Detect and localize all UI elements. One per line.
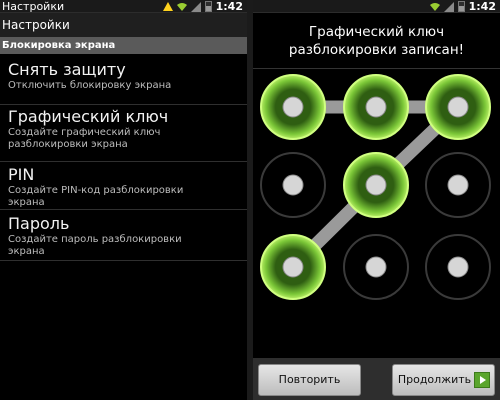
- battery-icon: [204, 1, 212, 12]
- header-divider: [253, 68, 500, 69]
- menu-item-subtitle: Отключить блокировку экрана: [8, 80, 172, 91]
- section-header: Блокировка экрана: [0, 37, 247, 54]
- status-bar-time: 1:42: [215, 0, 243, 13]
- continue-button[interactable]: Продолжить: [392, 364, 495, 396]
- pattern-node-8[interactable]: [343, 234, 409, 300]
- status-bar-app-title: Настройки: [2, 0, 65, 13]
- pattern-node-5[interactable]: [343, 152, 409, 218]
- arrow-right-icon: [474, 372, 490, 388]
- pattern-screen: 1:42 Графический ключ разблокировки запи…: [253, 0, 500, 400]
- menu-item-title: Пароль: [8, 214, 70, 233]
- pattern-node-7[interactable]: [260, 234, 326, 300]
- menu-item-title: PIN: [8, 165, 35, 184]
- menu-item-remove-lock[interactable]: Снять защиту Отключить блокировку экрана: [0, 60, 247, 105]
- signal-icon: [190, 1, 201, 12]
- status-bar: Настройки 1:42: [0, 0, 247, 13]
- pattern-node-9[interactable]: [425, 234, 491, 300]
- signal-icon: [443, 1, 454, 12]
- menu-item-pin[interactable]: PIN Создайте PIN-код разблокировки экран…: [0, 165, 247, 210]
- pattern-header: Графический ключ разблокировки записан!: [288, 24, 465, 58]
- battery-icon: [457, 1, 465, 12]
- settings-screen: Настройки 1:42 Настройки Блокировка экра…: [0, 0, 247, 400]
- status-bar: 1:42: [253, 0, 500, 13]
- menu-item-subtitle: Создайте пароль разблокировки экрана: [8, 234, 182, 257]
- menu-item-pattern[interactable]: Графический ключ Создайте графический кл…: [0, 107, 247, 162]
- pattern-node-3[interactable]: [425, 74, 491, 140]
- wifi-icon: [176, 2, 187, 11]
- pattern-grid[interactable]: [253, 70, 500, 360]
- pattern-node-2[interactable]: [343, 74, 409, 140]
- continue-button-label: Продолжить: [397, 373, 472, 386]
- pattern-node-6[interactable]: [425, 152, 491, 218]
- retry-button[interactable]: Повторить: [258, 364, 361, 396]
- menu-item-title: Снять защиту: [8, 60, 126, 79]
- pattern-node-4[interactable]: [260, 152, 326, 218]
- menu-item-title: Графический ключ: [8, 107, 169, 126]
- wifi-icon: [429, 2, 440, 11]
- status-bar-time: 1:42: [468, 0, 496, 13]
- pattern-node-1[interactable]: [260, 74, 326, 140]
- button-bar: Повторить Продолжить: [253, 358, 500, 400]
- menu-item-password[interactable]: Пароль Создайте пароль разблокировки экр…: [0, 214, 247, 261]
- page-title: Настройки: [0, 13, 247, 37]
- menu-item-subtitle: Создайте PIN-код разблокировки экрана: [8, 185, 184, 208]
- alert-icon: [162, 2, 173, 11]
- menu-item-subtitle: Создайте графический ключ разблокировки …: [8, 127, 161, 150]
